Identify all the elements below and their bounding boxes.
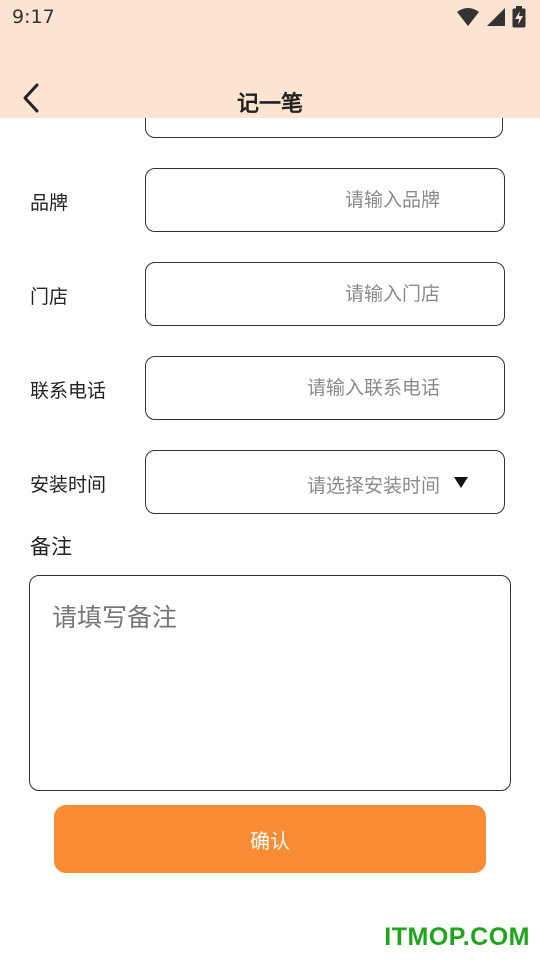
remark-textarea[interactable] (30, 576, 510, 790)
top-header: 9:17 记一笔 (0, 0, 540, 118)
status-time: 9:17 (12, 6, 55, 28)
brand-label: 品牌 (30, 192, 69, 214)
signal-icon (487, 8, 505, 26)
store-field[interactable] (145, 262, 505, 326)
phone-label: 联系电话 (30, 380, 107, 402)
confirm-button[interactable]: 确认 (54, 805, 486, 873)
install-time-label: 安装时间 (30, 474, 107, 496)
install-time-select[interactable]: 请选择安装时间 (145, 450, 505, 514)
brand-field[interactable] (145, 168, 505, 232)
page-title: 记一笔 (236, 92, 303, 117)
phone-field[interactable] (145, 356, 505, 420)
brand-input[interactable] (146, 169, 504, 231)
status-icons (456, 6, 526, 28)
store-label: 门店 (30, 286, 69, 308)
wifi-icon (457, 8, 479, 26)
watermark-logo: ITMOP.COM (384, 923, 530, 951)
install-time-placeholder: 请选择安装时间 (306, 475, 440, 497)
remark-label: 备注 (30, 535, 72, 559)
dropdown-caret-icon (454, 477, 468, 488)
store-input[interactable] (146, 263, 504, 325)
form-content: 品牌 门店 联系电话 安装时间 请选择安装时间 备注 确认 (0, 118, 540, 960)
partial-input-field[interactable] (145, 118, 503, 138)
remark-box[interactable] (29, 575, 511, 791)
phone-input[interactable] (146, 357, 504, 419)
battery-charging-icon (512, 6, 526, 28)
